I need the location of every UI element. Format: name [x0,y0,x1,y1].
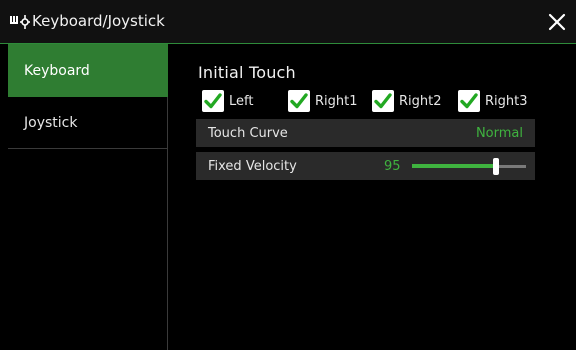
checkbox-label: Right1 [315,93,358,109]
slider-fill [412,164,496,168]
touch-curve-value: Normal [475,125,523,141]
checkbox-right1[interactable]: Right1 [288,90,358,112]
checkmark-icon [458,90,480,112]
fixed-velocity-row: Fixed Velocity 95 [196,152,535,180]
checkmark-icon [202,90,224,112]
touch-curve-label: Touch Curve [208,125,288,141]
window-title: Keyboard/Joystick [32,12,165,30]
section-title: Initial Touch [198,63,296,82]
main-panel: Initial Touch Left Right1 Right2 Right3 [176,44,576,350]
checkbox-right3[interactable]: Right3 [458,90,528,112]
checkbox-label: Right3 [485,93,528,109]
slider-knob[interactable] [493,158,499,175]
touch-curve-row[interactable]: Touch Curve Normal [196,119,535,147]
fixed-velocity-slider[interactable] [412,152,526,180]
fixed-velocity-value: 95 [384,158,401,174]
checkbox-label: Right2 [399,93,442,109]
sidebar-item-label: Joystick [24,114,78,131]
checkbox-right2[interactable]: Right2 [372,90,442,112]
title-bar: Keyboard/Joystick [0,0,576,44]
checkmark-icon [372,90,394,112]
checkmark-icon [288,90,310,112]
sidebar-item-label: Keyboard [24,62,90,79]
keyboard-joystick-icon [10,15,30,29]
fixed-velocity-label: Fixed Velocity [208,158,297,174]
close-icon[interactable] [544,9,570,35]
sidebar-item-joystick[interactable]: Joystick [8,97,168,149]
sidebar: Keyboard Joystick [8,44,168,350]
checkbox-left[interactable]: Left [202,90,253,112]
checkbox-label: Left [229,93,254,109]
sidebar-item-keyboard[interactable]: Keyboard [8,44,168,97]
